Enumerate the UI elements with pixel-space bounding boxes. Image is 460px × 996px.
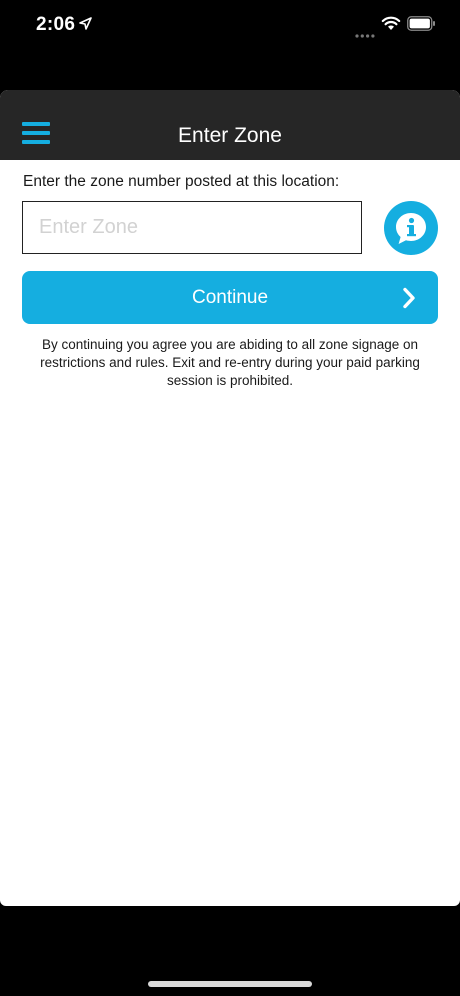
nav-bar: Enter Zone: [0, 90, 460, 160]
home-indicator[interactable]: [148, 981, 312, 987]
chevron-right-icon: [402, 287, 416, 309]
status-time: 2:06: [36, 14, 76, 35]
zone-input[interactable]: [22, 201, 362, 254]
battery-icon: [407, 16, 436, 31]
continue-button[interactable]: Continue: [22, 271, 438, 324]
wifi-icon: [381, 15, 401, 31]
main-screen: Enter Zone Enter the zone number posted …: [0, 90, 460, 906]
info-chat-icon: [396, 213, 426, 244]
page-title: Enter Zone: [178, 124, 282, 147]
zone-instruction-label: Enter the zone number posted at this loc…: [23, 173, 340, 190]
info-button[interactable]: [384, 201, 438, 255]
status-bar: 2:06: [0, 0, 460, 50]
signal-dots-icon: [355, 25, 375, 38]
disclaimer-text: By continuing you agree you are abiding …: [40, 337, 420, 388]
continue-button-label: Continue: [191, 287, 269, 308]
location-arrow-icon: [79, 17, 92, 30]
